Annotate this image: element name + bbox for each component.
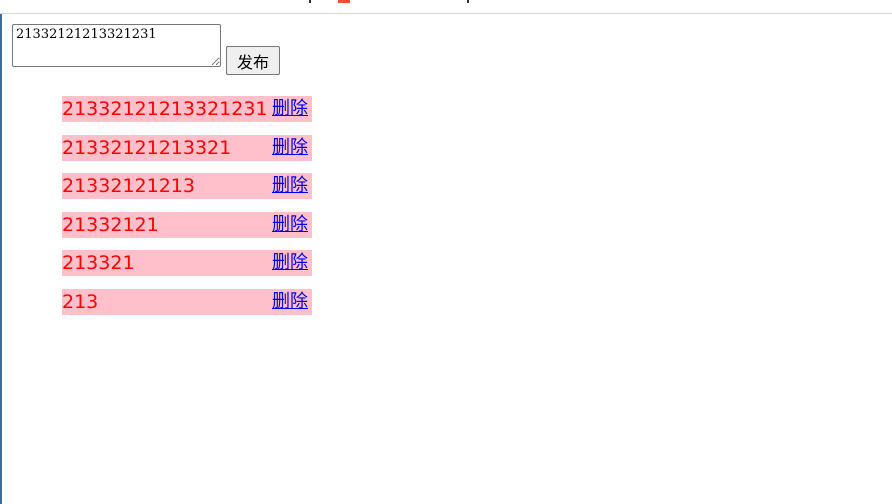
toolbar-artifact	[467, 0, 469, 3]
toolbar-artifact	[338, 0, 350, 3]
delete-link[interactable]: 删除	[272, 252, 308, 274]
delete-link[interactable]: 删除	[272, 291, 308, 313]
browser-toolbar-edge	[0, 0, 892, 14]
publish-button[interactable]: 发布	[226, 46, 280, 75]
list-item: 21332121213321231 删除	[62, 96, 312, 122]
item-text: 21332121213321	[62, 136, 232, 159]
list-item: 213321 删除	[62, 250, 312, 277]
list-item: 21332121213 删除	[62, 173, 312, 200]
item-text: 21332121213	[62, 175, 195, 198]
delete-link[interactable]: 删除	[272, 98, 308, 120]
post-list: 21332121213321231 删除 21332121213321 删除 213…	[62, 96, 312, 328]
list-item: 21332121 删除	[62, 211, 312, 238]
post-input[interactable]: 21332121213321231	[12, 24, 221, 67]
item-text: 213321	[62, 252, 135, 275]
toolbar-artifact	[309, 0, 311, 3]
delete-link[interactable]: 删除	[272, 214, 308, 236]
list-item: 213 删除	[62, 288, 312, 315]
delete-link[interactable]: 删除	[272, 137, 308, 159]
item-text: 21332121213321231	[62, 98, 268, 120]
list-item: 21332121213321 删除	[62, 134, 312, 161]
item-text: 213	[62, 290, 99, 313]
item-text: 21332121	[62, 213, 159, 236]
delete-link[interactable]: 删除	[272, 175, 308, 197]
window-edge	[0, 0, 2, 504]
